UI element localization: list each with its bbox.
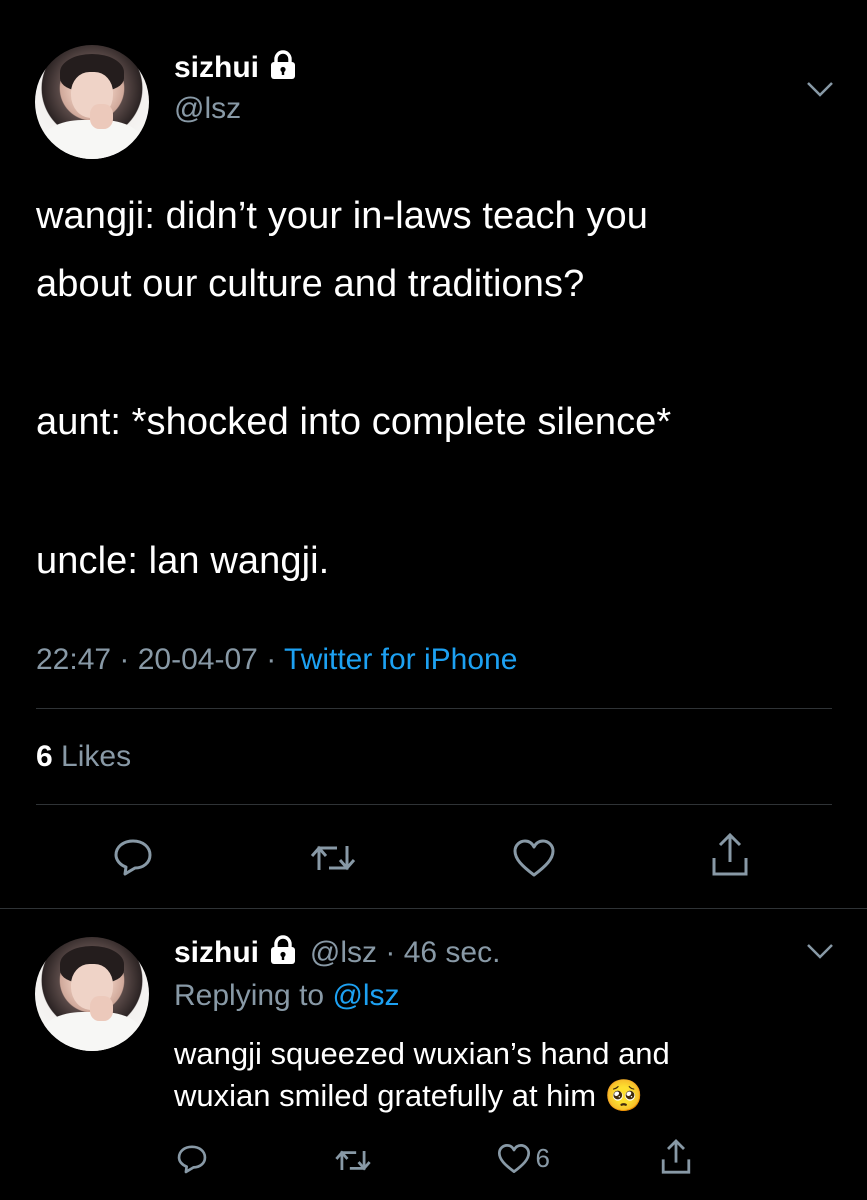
share-icon[interactable] [710, 832, 750, 878]
divider [36, 708, 832, 709]
tweet-text-line: wangji: didn’t your in-laws teach you [36, 195, 649, 237]
likes-label: Likes [61, 740, 132, 773]
reply-icon[interactable] [176, 1143, 208, 1175]
reply-author-row: sizhui @lsz · 46 sec. [174, 935, 501, 970]
pleading-face-emoji: 🥺 [604, 1078, 644, 1113]
handle[interactable]: @lsz [310, 936, 377, 969]
likes-stat[interactable]: 6 Likes [36, 740, 131, 774]
timestamp-date: 20-04-07 [137, 643, 258, 676]
display-name[interactable]: sizhui [174, 51, 259, 84]
like-icon[interactable] [512, 838, 556, 878]
reply-text-line: wangji squeezed wuxian’s hand and [174, 1036, 670, 1071]
retweet-icon[interactable] [309, 840, 357, 876]
share-icon[interactable] [660, 1138, 692, 1176]
avatar[interactable] [35, 45, 149, 159]
handle[interactable]: @lsz [174, 92, 241, 126]
tweet-text-line: aunt: *shocked into complete silence* [36, 401, 672, 443]
like-count: 6 [535, 1143, 550, 1173]
tweet-age[interactable]: 46 sec. [404, 936, 501, 969]
chevron-down-icon[interactable] [806, 942, 834, 960]
timestamp-time: 22:47 [36, 643, 112, 676]
lock-icon [269, 935, 297, 970]
reply-icon[interactable] [112, 837, 154, 877]
source-link[interactable]: Twitter for iPhone [284, 643, 517, 676]
divider [0, 908, 867, 909]
lock-icon [269, 50, 297, 85]
replying-prefix: Replying to [174, 979, 325, 1012]
avatar[interactable] [35, 937, 149, 1051]
tweet-text-line: about our culture and traditions? [36, 263, 585, 305]
divider [36, 804, 832, 805]
author-row: sizhui [174, 50, 297, 85]
replying-to: Replying to @lsz [174, 979, 400, 1013]
reply-text-line: wuxian smiled gratefully at him 🥺 [174, 1078, 644, 1113]
reply-like-action[interactable]: 6 [497, 1143, 550, 1174]
tweet-text-line: uncle: lan wangji. [36, 540, 330, 582]
retweet-icon[interactable] [334, 1146, 372, 1175]
like-icon[interactable] [497, 1143, 531, 1174]
display-name[interactable]: sizhui [174, 936, 259, 969]
chevron-down-icon[interactable] [806, 80, 834, 98]
tweet-meta: 22:47 · 20-04-07 · Twitter for iPhone [36, 643, 518, 676]
likes-count: 6 [36, 740, 53, 773]
replying-to-link[interactable]: @lsz [332, 979, 399, 1012]
